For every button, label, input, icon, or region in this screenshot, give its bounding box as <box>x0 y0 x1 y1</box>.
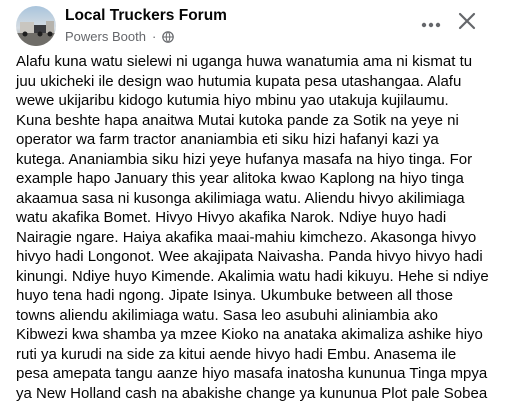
close-icon <box>458 12 476 35</box>
post-text-line: huyo tena hadi ngong. Jipate Isinya. Uku… <box>16 287 453 304</box>
author-name[interactable]: Powers Booth <box>65 29 146 44</box>
post-text-line: ya New Holland cash na abakishe change y… <box>16 384 488 402</box>
post-text-line: Alafu kuna watu sielewi ni uganga huwa w… <box>16 53 473 70</box>
post-text-line: towns aliendu akilimiaga watu. Sasa leo … <box>16 306 438 324</box>
more-options-button[interactable] <box>419 12 443 36</box>
post-header: Local Truckers Forum Powers Booth · <box>0 0 515 50</box>
post-card: Local Truckers Forum Powers Booth · Alaf… <box>0 0 515 419</box>
globe-icon[interactable] <box>162 30 175 43</box>
post-text-line: pesa amepata tangu aanze hiyo masafa ina… <box>16 365 488 382</box>
post-text-line: Kuna beshte hapa anaitwa Mutai kutoka pa… <box>16 111 459 129</box>
post-text-line: akaamua sasa ni kusonga akilimiaga watu.… <box>16 189 465 207</box>
post-text-line: wewe ukijaribu kidogo kutumia hiyo mbinu… <box>16 92 449 109</box>
post-text-line: Kibwezi kwa shamba ya mzee Kioko na anat… <box>16 326 483 343</box>
post-text-line: ruti ya kurudi na side za kitui aende hi… <box>16 345 457 363</box>
group-avatar[interactable] <box>16 6 56 46</box>
group-name[interactable]: Local Truckers Forum <box>65 7 227 25</box>
post-text-line: example hapo January this year alitoka k… <box>16 170 464 187</box>
more-horizontal-icon <box>421 15 441 33</box>
close-button[interactable] <box>454 10 480 36</box>
post-text-line: juu ukicheki ile design wao hutumia kupa… <box>16 72 462 90</box>
post-text-line: Nairagie ngare. Haiya akafika maai-mahiu… <box>16 228 477 246</box>
post-text-line: watu akafika Bomet. Hivyo Hivyo akafika … <box>16 209 447 226</box>
meta-separator: · <box>151 29 157 44</box>
post-meta: Powers Booth · <box>65 29 175 44</box>
post-text-line: operator wa farm tractor ananiambia eti … <box>16 131 439 148</box>
post-text-line: kutega. Ananiambia siku hizi yeye hufany… <box>16 150 473 168</box>
post-text-line: hivyo hadi Longonot. Wee akajipata Naiva… <box>16 248 483 265</box>
post-text-line: kinungi. Ndiye huyo Kimende. Akalimia wa… <box>16 267 489 285</box>
post-text: Alafu kuna watu sielewi ni uganga huwa w… <box>16 52 512 403</box>
